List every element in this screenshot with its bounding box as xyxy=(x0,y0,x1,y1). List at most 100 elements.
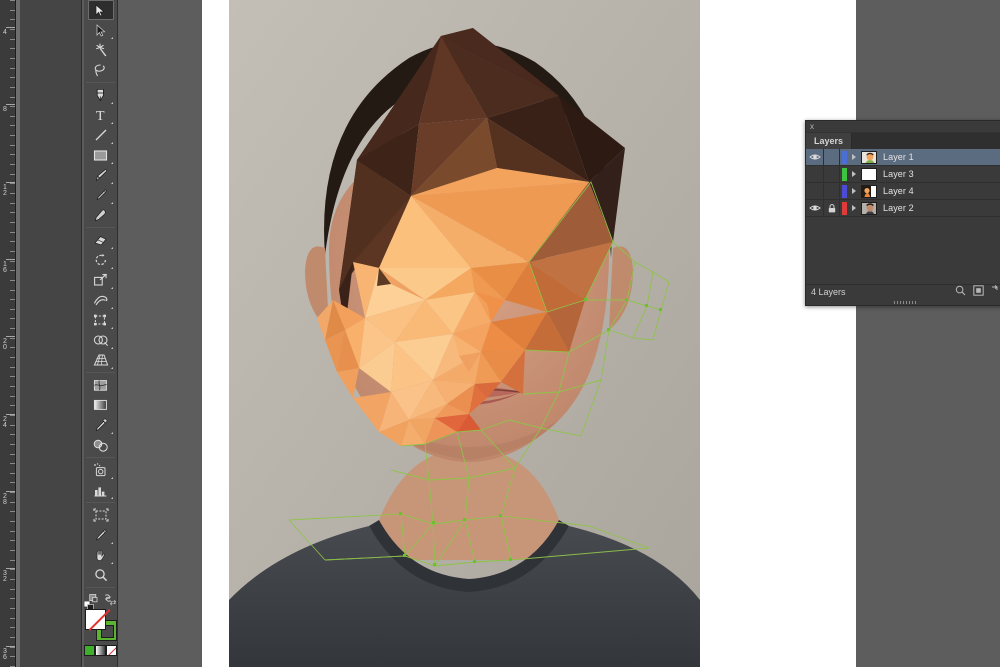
eyedropper-tool[interactable] xyxy=(88,415,114,435)
fill-swatch[interactable] xyxy=(84,609,106,630)
shape-builder-tool[interactable] xyxy=(88,330,114,350)
blob-brush-tool[interactable] xyxy=(88,205,114,225)
expand-triangle-icon[interactable] xyxy=(847,154,861,160)
layer-row-2[interactable]: Layer 3 xyxy=(806,166,1000,183)
zoom-tool[interactable] xyxy=(88,565,114,585)
layer-name[interactable]: Layer 2 xyxy=(883,203,914,213)
panel-footer[interactable]: 4 Layers xyxy=(806,284,1000,299)
drawing-mode-button[interactable] xyxy=(88,662,114,667)
lock-toggle[interactable] xyxy=(824,200,840,216)
flyout-indicator-icon xyxy=(110,287,113,289)
direct-selection-tool[interactable] xyxy=(88,20,114,40)
column-graph-tool[interactable] xyxy=(88,480,114,500)
ruler-tick-major xyxy=(6,646,15,647)
tab-layers[interactable]: Layers xyxy=(806,133,853,149)
ruler-tick xyxy=(10,39,15,40)
magic-wand-tool[interactable] xyxy=(88,40,114,60)
lasso-tool[interactable] xyxy=(88,60,114,80)
layer-name[interactable]: Layer 4 xyxy=(883,186,914,196)
layer-row-1[interactable]: Layer 1 xyxy=(806,149,1000,166)
eye-icon xyxy=(808,154,821,160)
visibility-toggle[interactable] xyxy=(806,200,824,216)
ruler-tick xyxy=(10,560,15,561)
artwork-image[interactable] xyxy=(229,0,700,667)
ruler-tick xyxy=(10,396,15,397)
ruler-tick xyxy=(10,637,15,638)
layer-name[interactable]: Layer 3 xyxy=(883,169,914,179)
perspective-grid-tool[interactable] xyxy=(88,350,114,370)
eraser-tool[interactable] xyxy=(88,230,114,250)
line-segment-tool[interactable] xyxy=(88,125,114,145)
layer-name[interactable]: Layer 1 xyxy=(883,152,914,162)
expand-triangle-icon[interactable] xyxy=(847,205,861,211)
flyout-indicator-icon xyxy=(110,142,113,144)
type-tool[interactable]: T xyxy=(88,105,114,125)
close-icon[interactable]: x xyxy=(810,121,814,133)
lock-toggle[interactable] xyxy=(824,149,840,165)
ruler-tick-major xyxy=(6,182,15,183)
lock-toggle[interactable] xyxy=(824,166,840,182)
ruler-tick xyxy=(10,357,15,358)
ruler-tick xyxy=(10,116,15,117)
ruler-tick xyxy=(10,444,15,445)
symbol-sprayer-tool[interactable] xyxy=(88,460,114,480)
document-canvas[interactable] xyxy=(202,0,856,667)
pen-tool[interactable] xyxy=(88,85,114,105)
free-transform-tool[interactable] xyxy=(88,310,114,330)
ruler-tick xyxy=(10,222,15,223)
ruler-tick xyxy=(10,425,15,426)
visibility-toggle[interactable] xyxy=(806,166,824,182)
ruler-tick xyxy=(10,656,15,657)
ruler-label: 36 xyxy=(3,648,7,661)
expand-triangle-icon[interactable] xyxy=(847,171,861,177)
flyout-indicator-icon xyxy=(110,562,113,564)
width-tool[interactable] xyxy=(88,290,114,310)
paintbrush-tool[interactable] xyxy=(88,165,114,185)
gradient-tool[interactable] xyxy=(88,395,114,415)
lock-toggle[interactable] xyxy=(824,183,840,199)
panel-title-bar[interactable]: x xyxy=(806,121,1000,133)
ruler-tick xyxy=(10,77,15,78)
rectangle-tool[interactable] xyxy=(88,145,114,165)
ruler-tick xyxy=(10,290,15,291)
layer-row-4[interactable]: Layer 2 xyxy=(806,200,1000,217)
layer-thumbnail xyxy=(861,184,877,198)
layers-panel[interactable]: x Layers Layer 1 Layer 3 Layer 4 Layer 2… xyxy=(805,120,1000,306)
blend-tool[interactable] xyxy=(88,435,114,455)
layers-list[interactable]: Layer 1 Layer 3 Layer 4 Layer 2 xyxy=(806,149,1000,217)
ruler-tick xyxy=(10,473,15,474)
visibility-toggle[interactable] xyxy=(806,183,824,199)
color-mode-controls[interactable] xyxy=(84,645,117,656)
ruler-tick xyxy=(10,338,15,339)
ruler-tick xyxy=(10,106,15,107)
gradient-mode-button[interactable] xyxy=(95,645,106,656)
scale-tool[interactable] xyxy=(88,270,114,290)
color-mode-button[interactable] xyxy=(84,645,95,656)
panel-resize-grip[interactable] xyxy=(806,299,1000,305)
fill-stroke-controls[interactable]: ⇄ xyxy=(83,598,118,642)
ruler-tick xyxy=(10,299,15,300)
none-mode-button[interactable] xyxy=(106,645,117,656)
artboard-tool[interactable] xyxy=(88,505,114,525)
ruler-tick xyxy=(10,415,15,416)
default-fill-stroke-icon[interactable] xyxy=(83,598,94,611)
hand-tool[interactable] xyxy=(88,545,114,565)
expand-triangle-icon[interactable] xyxy=(847,188,861,194)
flyout-indicator-icon xyxy=(110,122,113,124)
swap-fill-stroke-icon[interactable]: ⇄ xyxy=(109,598,118,607)
mesh-tool[interactable] xyxy=(88,375,114,395)
ruler-tick xyxy=(10,579,15,580)
selection-tool[interactable] xyxy=(87,0,114,20)
ruler-tick xyxy=(10,241,15,242)
tools-panel[interactable]: T ⇄ xyxy=(83,0,118,667)
visibility-toggle[interactable] xyxy=(806,149,824,165)
slice-tool[interactable] xyxy=(88,525,114,545)
pencil-tool[interactable] xyxy=(88,185,114,205)
tool-panel-background xyxy=(20,0,82,667)
vertical-ruler[interactable]: 4 8 12 16 20 24 28 32 36 xyxy=(0,0,16,667)
layer-row-3[interactable]: Layer 4 xyxy=(806,183,1000,200)
ruler-tick xyxy=(10,58,15,59)
ruler-tick xyxy=(10,502,15,503)
rotate-tool[interactable] xyxy=(88,250,114,270)
panel-tab-bar[interactable]: Layers xyxy=(806,133,1000,149)
